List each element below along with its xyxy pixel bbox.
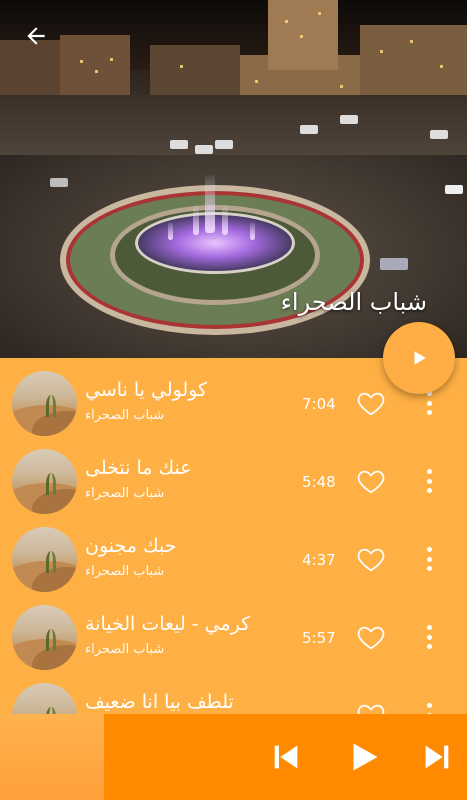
artist-title: شباب الصحراء — [280, 288, 427, 316]
play-icon — [353, 743, 378, 771]
song-duration: 5:48 — [302, 473, 336, 491]
fountain — [135, 212, 295, 274]
song-duration: 7:04 — [302, 395, 336, 413]
more-options-button[interactable] — [420, 622, 438, 652]
song-row[interactable]: حبك مجنون شباب الصحراء 4:37 — [0, 514, 467, 592]
more-options-button[interactable] — [420, 466, 438, 496]
heart-icon[interactable] — [355, 622, 387, 652]
skip-next-icon — [425, 745, 449, 769]
player-bar — [0, 714, 467, 800]
song-artist: شباب الصحراء — [85, 408, 165, 423]
more-options-button[interactable] — [420, 700, 438, 714]
parking-lot — [0, 95, 467, 155]
song-list[interactable]: كولولي يا ناسي شباب الصحراء 7:04 عنك ما … — [0, 358, 467, 714]
back-button[interactable] — [18, 18, 54, 54]
song-artwork — [12, 527, 77, 592]
song-duration: 4:37 — [302, 551, 336, 569]
song-artwork — [12, 371, 77, 436]
song-title: كولولي يا ناسي — [85, 379, 208, 401]
song-artist: شباب الصحراء — [85, 486, 165, 501]
building — [360, 25, 467, 100]
previous-button[interactable] — [268, 738, 304, 776]
song-duration: 5:57 — [302, 629, 336, 647]
song-title: عنك ما نتخلى — [85, 457, 192, 479]
building — [268, 0, 338, 70]
song-title: حبك مجنون — [85, 535, 177, 557]
heart-icon[interactable] — [355, 544, 387, 574]
header-image: شباب الصحراء — [0, 0, 467, 358]
song-row[interactable]: عنك ما نتخلى شباب الصحراء 5:48 — [0, 436, 467, 514]
song-artist: شباب الصحراء — [85, 564, 165, 579]
song-artwork — [12, 683, 77, 714]
song-title: كرمي - ليعات الخيانة — [85, 613, 251, 635]
skip-previous-icon — [274, 745, 298, 769]
play-all-button[interactable] — [383, 322, 455, 394]
song-row[interactable]: تلطف بيا انا ضعيف — [0, 670, 467, 714]
play-icon — [414, 351, 426, 365]
heart-icon[interactable] — [355, 388, 387, 418]
song-artwork — [12, 449, 77, 514]
arrow-left-icon — [27, 27, 45, 45]
song-title: تلطف بيا انا ضعيف — [85, 691, 234, 713]
song-artist: شباب الصحراء — [85, 642, 165, 657]
now-playing-artwork[interactable] — [0, 714, 104, 800]
song-artwork — [12, 605, 77, 670]
heart-icon[interactable] — [355, 466, 387, 496]
heart-icon[interactable] — [355, 700, 387, 714]
song-row[interactable]: كرمي - ليعات الخيانة شباب الصحراء 5:57 — [0, 592, 467, 670]
next-button[interactable] — [419, 738, 455, 776]
play-button[interactable] — [344, 738, 384, 776]
more-options-button[interactable] — [420, 544, 438, 574]
